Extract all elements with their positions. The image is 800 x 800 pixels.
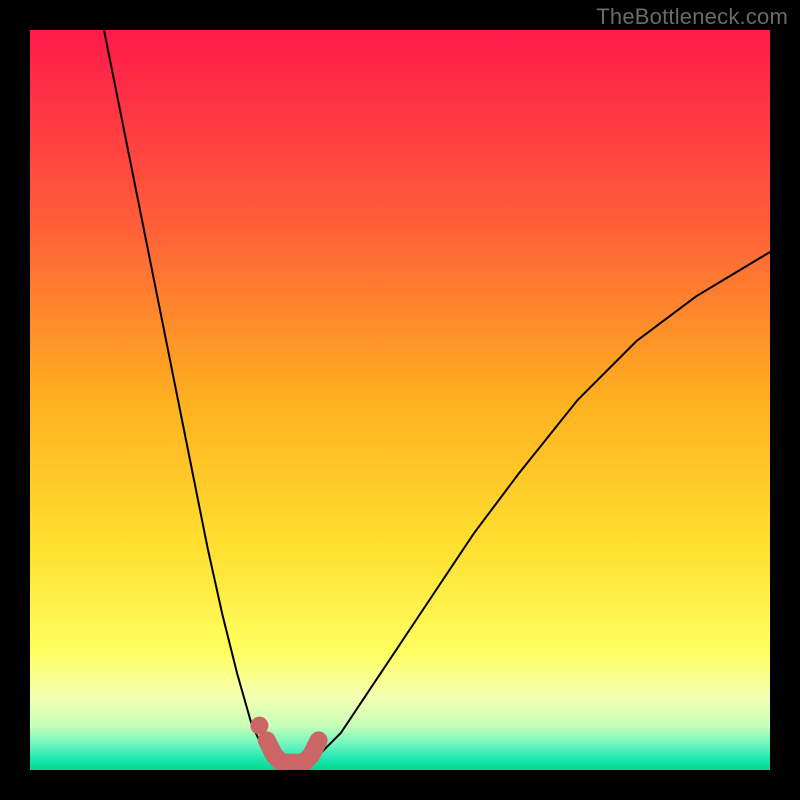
right-curve-line [311,252,770,763]
chart-overlay [30,30,770,770]
chart-plot-area [30,30,770,770]
left-curve-line [104,30,282,763]
valley-highlight-line [267,740,319,762]
watermark-text: TheBottleneck.com [596,4,788,30]
outer-frame: TheBottleneck.com [0,0,800,800]
highlight-start-dot [250,717,268,735]
